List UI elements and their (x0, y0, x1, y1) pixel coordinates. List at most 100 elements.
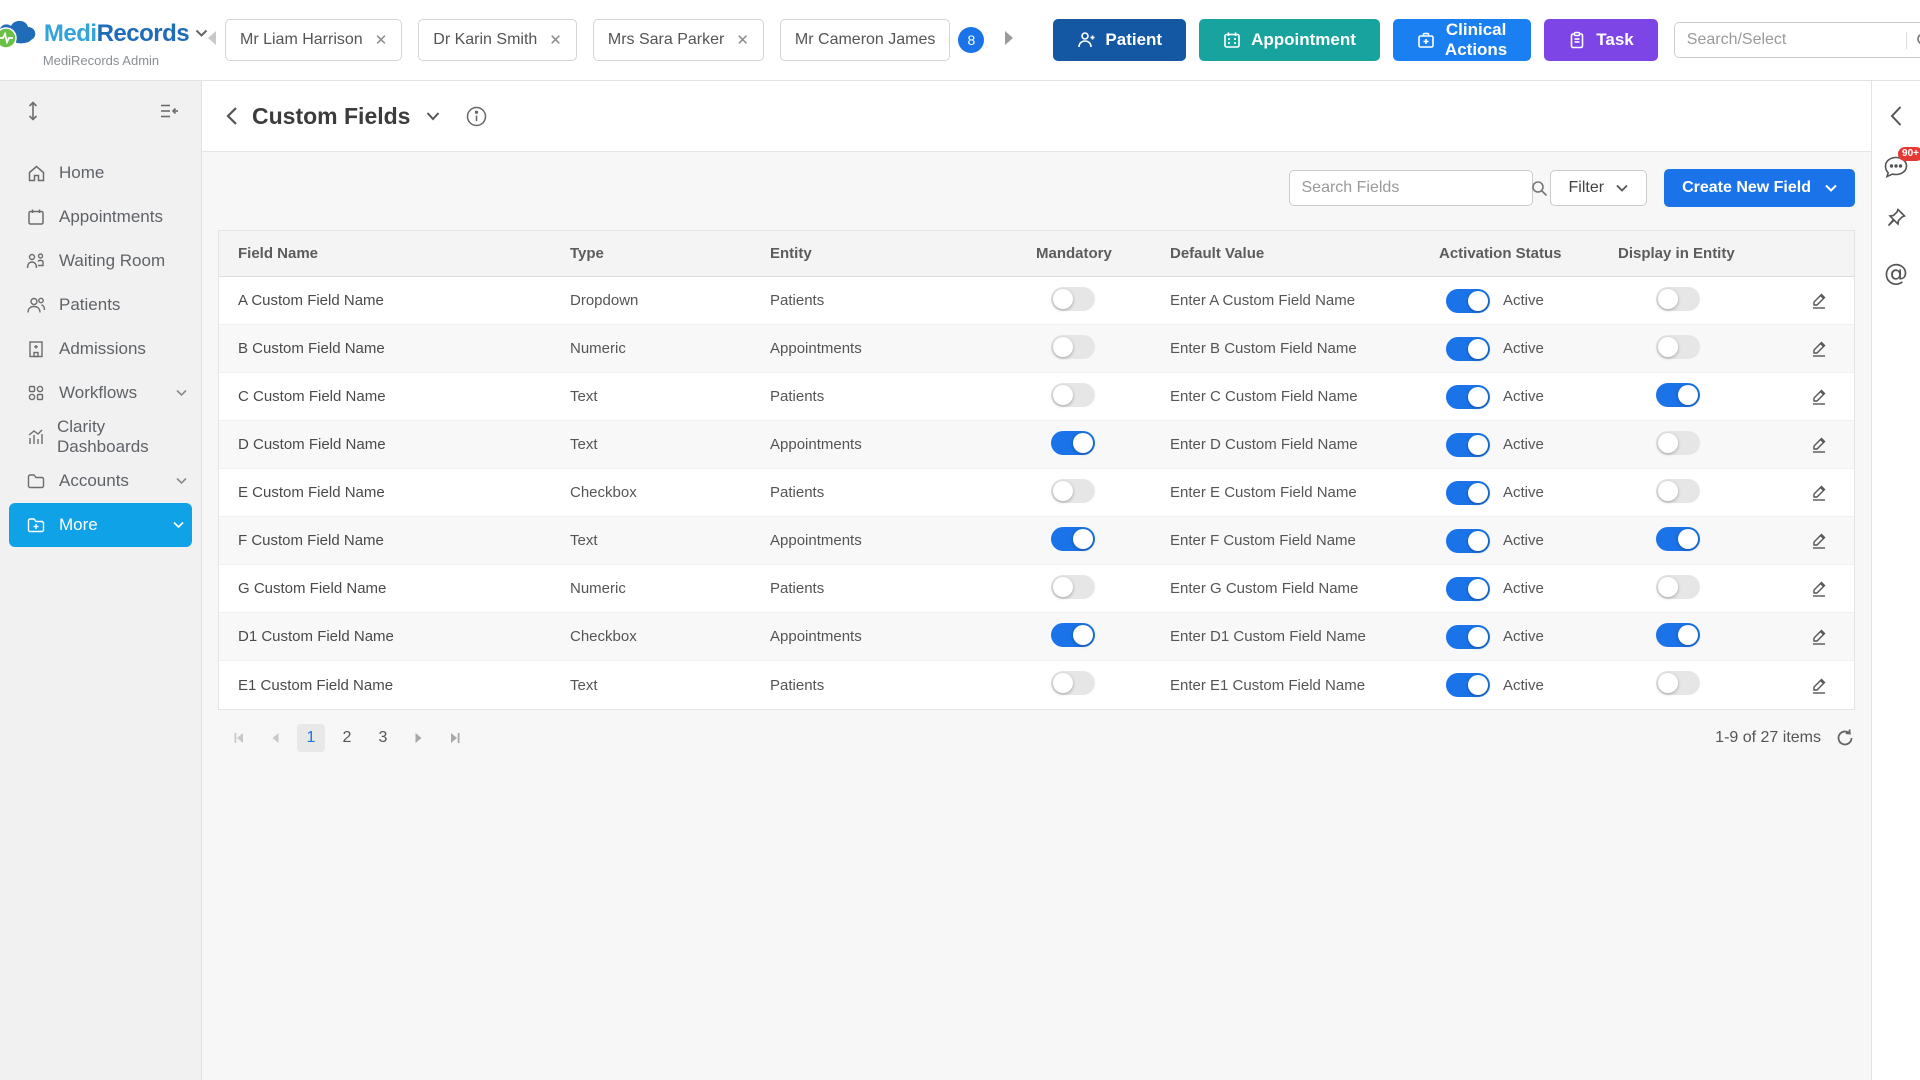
display-in-entity-toggle[interactable] (1656, 479, 1700, 503)
edit-icon[interactable] (1810, 483, 1828, 502)
info-icon[interactable] (466, 106, 487, 127)
first-page-icon[interactable] (225, 724, 253, 752)
table-row: C Custom Field Name Text Patients Enter … (219, 373, 1854, 421)
collapse-sidebar-icon[interactable] (159, 103, 179, 119)
edit-icon[interactable] (1810, 627, 1828, 646)
previous-page-icon[interactable] (261, 724, 289, 752)
pager: 1 2 3 (218, 724, 469, 752)
workflows-icon (26, 384, 46, 402)
page-number[interactable]: 3 (369, 724, 397, 752)
sidebar-item-more[interactable]: More (9, 503, 192, 547)
back-icon[interactable] (225, 106, 238, 126)
cell-entity: Patients (770, 484, 1036, 501)
sidebar-item-admissions[interactable]: Admissions (0, 327, 201, 371)
create-new-field-button[interactable]: Create New Field (1664, 169, 1855, 207)
cell-type: Numeric (570, 580, 770, 597)
sidebar-item-workflows[interactable]: Workflows (0, 371, 201, 415)
rail-collapse-icon[interactable] (1889, 105, 1903, 127)
display-in-entity-toggle[interactable] (1656, 287, 1700, 311)
cell-field-name: G Custom Field Name (219, 580, 570, 597)
sidebar-item-patients[interactable]: Patients (0, 283, 201, 327)
sidebar-item-appointments[interactable]: Appointments (0, 195, 201, 239)
search-fields-input[interactable] (1290, 179, 1521, 197)
tabs-scroll-left-icon[interactable] (202, 30, 221, 51)
patient-tab[interactable]: Dr Karin Smith ✕ (418, 19, 577, 61)
search-icon[interactable] (1906, 32, 1920, 49)
activation-toggle[interactable] (1446, 481, 1490, 505)
global-search-input[interactable] (1675, 31, 1906, 49)
close-icon[interactable]: ✕ (375, 31, 388, 49)
edit-icon[interactable] (1810, 676, 1828, 695)
display-in-entity-toggle[interactable] (1656, 431, 1700, 455)
tabs-scroll-right-icon[interactable] (1000, 30, 1019, 51)
display-in-entity-toggle[interactable] (1656, 671, 1700, 695)
display-in-entity-toggle[interactable] (1656, 575, 1700, 599)
chat-icon[interactable]: 90+ (1883, 155, 1909, 179)
cell-default-value: Enter D Custom Field Name (1170, 436, 1439, 453)
cell-default-value: Enter D1 Custom Field Name (1170, 628, 1439, 645)
sidebar-item-accounts[interactable]: Accounts (0, 459, 201, 503)
column-header: Field Name (219, 245, 570, 262)
patient-button[interactable]: Patient (1053, 19, 1186, 61)
tab-overflow-count-badge[interactable]: 8 (958, 27, 984, 53)
patient-tab[interactable]: Mr Cameron James (780, 19, 950, 61)
expand-collapse-all-icon[interactable] (26, 101, 40, 121)
edit-icon[interactable] (1810, 579, 1828, 598)
chevron-down-icon (173, 521, 184, 529)
mandatory-toggle[interactable] (1051, 527, 1095, 551)
activation-toggle[interactable] (1446, 337, 1490, 361)
cell-entity: Appointments (770, 628, 1036, 645)
page-number[interactable]: 1 (297, 724, 325, 752)
mandatory-toggle[interactable] (1051, 287, 1095, 311)
sidebar-item-clarity-dashboards[interactable]: Clarity Dashboards (0, 415, 201, 459)
patient-tab[interactable]: Mr Liam Harrison ✕ (225, 19, 402, 61)
bar-chart-icon (26, 428, 44, 446)
next-page-icon[interactable] (405, 724, 433, 752)
activation-toggle[interactable] (1446, 673, 1490, 697)
edit-icon[interactable] (1810, 531, 1828, 550)
title-chevron-down-icon[interactable] (426, 111, 440, 121)
task-button[interactable]: Task (1544, 19, 1658, 61)
mandatory-toggle[interactable] (1051, 431, 1095, 455)
clinical-actions-button[interactable]: Clinical Actions (1393, 19, 1531, 61)
brand-subtitle: MediRecords Admin (43, 53, 159, 68)
mandatory-toggle[interactable] (1051, 383, 1095, 407)
edit-icon[interactable] (1810, 387, 1828, 406)
appointment-button[interactable]: Appointment (1199, 19, 1380, 61)
edit-icon[interactable] (1810, 435, 1828, 454)
close-icon[interactable]: ✕ (736, 31, 749, 49)
close-icon[interactable]: ✕ (549, 31, 562, 49)
display-in-entity-toggle[interactable] (1656, 527, 1700, 551)
pin-icon[interactable] (1885, 207, 1907, 231)
patient-tab[interactable]: Mrs Sara Parker ✕ (593, 19, 764, 61)
sidebar-item-waiting-room[interactable]: Waiting Room (0, 239, 201, 283)
header-action-buttons: Patient Appointment Clinical Actions Tas… (1053, 19, 1657, 61)
last-page-icon[interactable] (441, 724, 469, 752)
mandatory-toggle[interactable] (1051, 575, 1095, 599)
mandatory-toggle[interactable] (1051, 479, 1095, 503)
activation-toggle[interactable] (1446, 385, 1490, 409)
activation-toggle[interactable] (1446, 625, 1490, 649)
refresh-icon[interactable] (1835, 728, 1855, 748)
mention-icon[interactable]: @ (1884, 259, 1908, 287)
edit-icon[interactable] (1810, 291, 1828, 310)
activation-toggle[interactable] (1446, 529, 1490, 553)
chat-count-badge: 90+ (1898, 147, 1920, 161)
chevron-down-icon (176, 477, 187, 485)
filter-button[interactable]: Filter (1550, 170, 1648, 206)
mandatory-toggle[interactable] (1051, 623, 1095, 647)
mandatory-toggle[interactable] (1051, 671, 1095, 695)
cell-type: Text (570, 677, 770, 694)
brand-block[interactable]: MediRecords MediRecords Admin (0, 12, 202, 68)
sidebar-item-home[interactable]: Home (0, 151, 201, 195)
activation-toggle[interactable] (1446, 433, 1490, 457)
activation-toggle[interactable] (1446, 577, 1490, 601)
column-header: Entity (770, 245, 1036, 262)
activation-toggle[interactable] (1446, 289, 1490, 313)
display-in-entity-toggle[interactable] (1656, 383, 1700, 407)
display-in-entity-toggle[interactable] (1656, 335, 1700, 359)
display-in-entity-toggle[interactable] (1656, 623, 1700, 647)
edit-icon[interactable] (1810, 339, 1828, 358)
page-number[interactable]: 2 (333, 724, 361, 752)
mandatory-toggle[interactable] (1051, 335, 1095, 359)
